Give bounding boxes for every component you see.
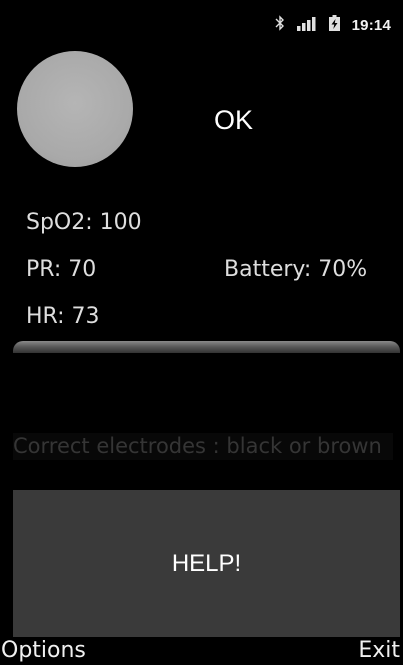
status-indicator-circle <box>17 51 133 167</box>
help-button-label: HELP! <box>171 549 242 577</box>
spo2-reading: SpO2: 100 <box>26 210 142 235</box>
battery-reading: Battery: 70% <box>224 257 368 282</box>
status-icons: 19:14 <box>275 15 391 35</box>
bluetooth-icon <box>275 15 285 35</box>
pulse-rate-reading: PR: 70 <box>26 257 97 282</box>
graph-area <box>13 353 400 433</box>
help-button[interactable]: HELP! <box>13 490 400 637</box>
electrode-instruction: Correct electrodes : black or brown <box>13 433 393 460</box>
exit-softkey[interactable]: Exit <box>358 638 400 663</box>
options-softkey[interactable]: Options <box>1 638 86 663</box>
status-bar: 19:14 <box>0 0 403 44</box>
signal-icon <box>296 16 317 35</box>
status-time: 19:14 <box>351 16 391 34</box>
heart-rate-reading: HR: 73 <box>26 304 100 329</box>
battery-charging-icon <box>328 15 340 35</box>
status-text: OK <box>214 105 254 135</box>
